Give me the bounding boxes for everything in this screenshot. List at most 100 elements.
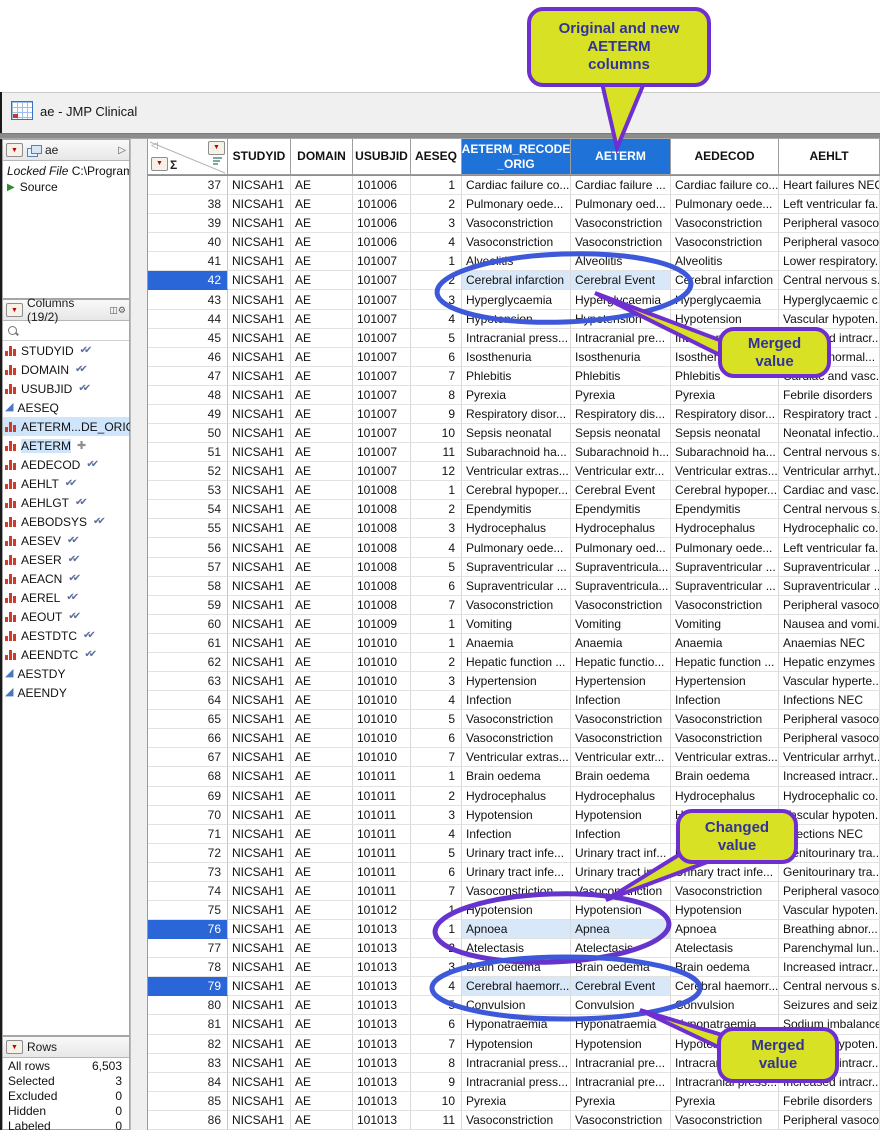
cell-aedecod[interactable]: Hypertension	[671, 672, 779, 691]
cell-studyid[interactable]: NICSAH1	[228, 329, 291, 348]
cell-aehlt[interactable]: Genitourinary tra...	[779, 844, 880, 863]
cell-studyid[interactable]: NICSAH1	[228, 290, 291, 309]
cell-domain[interactable]: AE	[291, 710, 353, 729]
cell-aedecod[interactable]: Ventricular extras...	[671, 462, 779, 481]
cell-aeterm-recode-orig[interactable]: Infection	[462, 825, 571, 844]
cell-aehlt[interactable]: Peripheral vasoco...	[779, 882, 880, 901]
cell-aedecod[interactable]: Vomiting	[671, 615, 779, 634]
cell-domain[interactable]: AE	[291, 806, 353, 825]
cell-rownum[interactable]: 51	[148, 443, 228, 462]
cell-aehlt[interactable]: Hydrocephalic co...	[779, 787, 880, 806]
cell-rownum[interactable]: 66	[148, 729, 228, 748]
cell-aeseq[interactable]: 11	[411, 443, 462, 462]
cell-aehlt[interactable]: Urine abnormal...	[779, 348, 880, 367]
cell-aeterm[interactable]: Vasoconstriction	[571, 596, 671, 615]
cell-rownum[interactable]: 68	[148, 767, 228, 786]
cell-usubjid[interactable]: 101007	[353, 271, 411, 290]
cell-rownum[interactable]: 50	[148, 424, 228, 443]
cell-aeseq[interactable]: 1	[411, 252, 462, 271]
cell-aeseq[interactable]: 2	[411, 939, 462, 958]
column-header-aeterm[interactable]: AETERM	[571, 139, 671, 175]
cell-aeterm-recode-orig[interactable]: Hepatic function ...	[462, 653, 571, 672]
cell-aeterm[interactable]: Vasoconstriction	[571, 710, 671, 729]
cell-aeterm-recode-orig[interactable]: Vasoconstriction	[462, 214, 571, 233]
cell-aeseq[interactable]: 1	[411, 481, 462, 500]
cell-aedecod[interactable]: Pulmonary oede...	[671, 195, 779, 214]
cell-aehlt[interactable]: Peripheral vasoco...	[779, 596, 880, 615]
cell-aeseq[interactable]: 8	[411, 386, 462, 405]
cell-usubjid[interactable]: 101007	[353, 348, 411, 367]
cell-aedecod[interactable]: Hepatic function ...	[671, 653, 779, 672]
cell-aeseq[interactable]: 1	[411, 176, 462, 195]
cell-aeterm[interactable]: Intracranial pre...	[571, 329, 671, 348]
cell-aeseq[interactable]: 2	[411, 653, 462, 672]
cell-aeseq[interactable]: 7	[411, 367, 462, 386]
cell-rownum[interactable]: 85	[148, 1092, 228, 1111]
cell-aeterm[interactable]: Cardiac failure ...	[571, 176, 671, 195]
cell-aehlt[interactable]: Ventricular arrhyt...	[779, 748, 880, 767]
cell-aehlt[interactable]: Increased intracr...	[779, 1073, 880, 1092]
title-bar[interactable]: ae - JMP Clinical	[0, 92, 880, 134]
cell-aehlt[interactable]: Lower respiratory...	[779, 252, 880, 271]
cell-rownum[interactable]: 58	[148, 577, 228, 596]
column-header-usubjid[interactable]: USUBJID	[353, 139, 411, 175]
cell-rownum[interactable]: 74	[148, 882, 228, 901]
cell-aeseq[interactable]: 3	[411, 214, 462, 233]
cell-domain[interactable]: AE	[291, 596, 353, 615]
cell-aehlt[interactable]: Infections NEC	[779, 825, 880, 844]
cell-aeseq[interactable]: 2	[411, 500, 462, 519]
cell-aehlt[interactable]: Central nervous s...	[779, 443, 880, 462]
cell-aeseq[interactable]: 10	[411, 424, 462, 443]
cell-aeterm-recode-orig[interactable]: Brain oedema	[462, 958, 571, 977]
cell-studyid[interactable]: NICSAH1	[228, 844, 291, 863]
cell-studyid[interactable]: NICSAH1	[228, 767, 291, 786]
cell-rownum[interactable]: 59	[148, 596, 228, 615]
cell-aeseq[interactable]: 1	[411, 615, 462, 634]
sort-order-icon[interactable]	[213, 157, 223, 166]
cell-aehlt[interactable]: Hepatic enzymes ...	[779, 653, 880, 672]
cell-studyid[interactable]: NICSAH1	[228, 519, 291, 538]
cell-aeseq[interactable]: 4	[411, 233, 462, 252]
cell-aedecod[interactable]: Pulmonary oede...	[671, 538, 779, 557]
cell-rownum[interactable]: 70	[148, 806, 228, 825]
cell-aeterm[interactable]: Ventricular extr...	[571, 748, 671, 767]
cell-aedecod[interactable]: Vasoconstriction	[671, 233, 779, 252]
cell-aehlt[interactable]: Peripheral vasoco...	[779, 1111, 880, 1130]
cell-domain[interactable]: AE	[291, 500, 353, 519]
cell-usubjid[interactable]: 101007	[353, 424, 411, 443]
cell-rownum[interactable]: 46	[148, 348, 228, 367]
cell-aeterm[interactable]: Supraventricula...	[571, 558, 671, 577]
cell-aedecod[interactable]: Vasoconstriction	[671, 710, 779, 729]
cell-aedecod[interactable]: Brain oedema	[671, 958, 779, 977]
cell-rownum[interactable]: 47	[148, 367, 228, 386]
cell-aeterm-recode-orig[interactable]: Pyrexia	[462, 1092, 571, 1111]
cell-aeterm[interactable]: Supraventricula...	[571, 577, 671, 596]
cell-usubjid[interactable]: 101011	[353, 882, 411, 901]
cell-domain[interactable]: AE	[291, 519, 353, 538]
cell-aeterm-recode-orig[interactable]: Cerebral infarction	[462, 271, 571, 290]
cell-rownum[interactable]: 54	[148, 500, 228, 519]
cell-domain[interactable]: AE	[291, 577, 353, 596]
cell-usubjid[interactable]: 101013	[353, 977, 411, 996]
cell-rownum[interactable]: 84	[148, 1073, 228, 1092]
cell-aeterm-recode-orig[interactable]: Vasoconstriction	[462, 233, 571, 252]
cell-usubjid[interactable]: 101008	[353, 596, 411, 615]
column-item-aehlgt[interactable]: AEHLGT✔✔	[3, 493, 129, 512]
cell-aedecod[interactable]: Cerebral infarction	[671, 271, 779, 290]
cell-rownum[interactable]: 86	[148, 1111, 228, 1130]
cell-studyid[interactable]: NICSAH1	[228, 558, 291, 577]
cell-studyid[interactable]: NICSAH1	[228, 176, 291, 195]
cell-domain[interactable]: AE	[291, 367, 353, 386]
cell-aeterm-recode-orig[interactable]: Hyponatraemia	[462, 1015, 571, 1034]
cell-rownum[interactable]: 37	[148, 176, 228, 195]
cell-aehlt[interactable]: Peripheral vasoco...	[779, 729, 880, 748]
cell-aeterm[interactable]: Subarachnoid h...	[571, 443, 671, 462]
cell-aehlt[interactable]: Hydrocephalic co...	[779, 519, 880, 538]
cell-aehlt[interactable]: Supraventricular ...	[779, 558, 880, 577]
cell-aedecod[interactable]: Supraventricular ...	[671, 577, 779, 596]
cell-usubjid[interactable]: 101011	[353, 806, 411, 825]
cell-aeseq[interactable]: 7	[411, 882, 462, 901]
cell-studyid[interactable]: NICSAH1	[228, 787, 291, 806]
cell-aehlt[interactable]: Increased intracr...	[779, 1054, 880, 1073]
cell-aeterm-recode-orig[interactable]: Vasoconstriction	[462, 710, 571, 729]
